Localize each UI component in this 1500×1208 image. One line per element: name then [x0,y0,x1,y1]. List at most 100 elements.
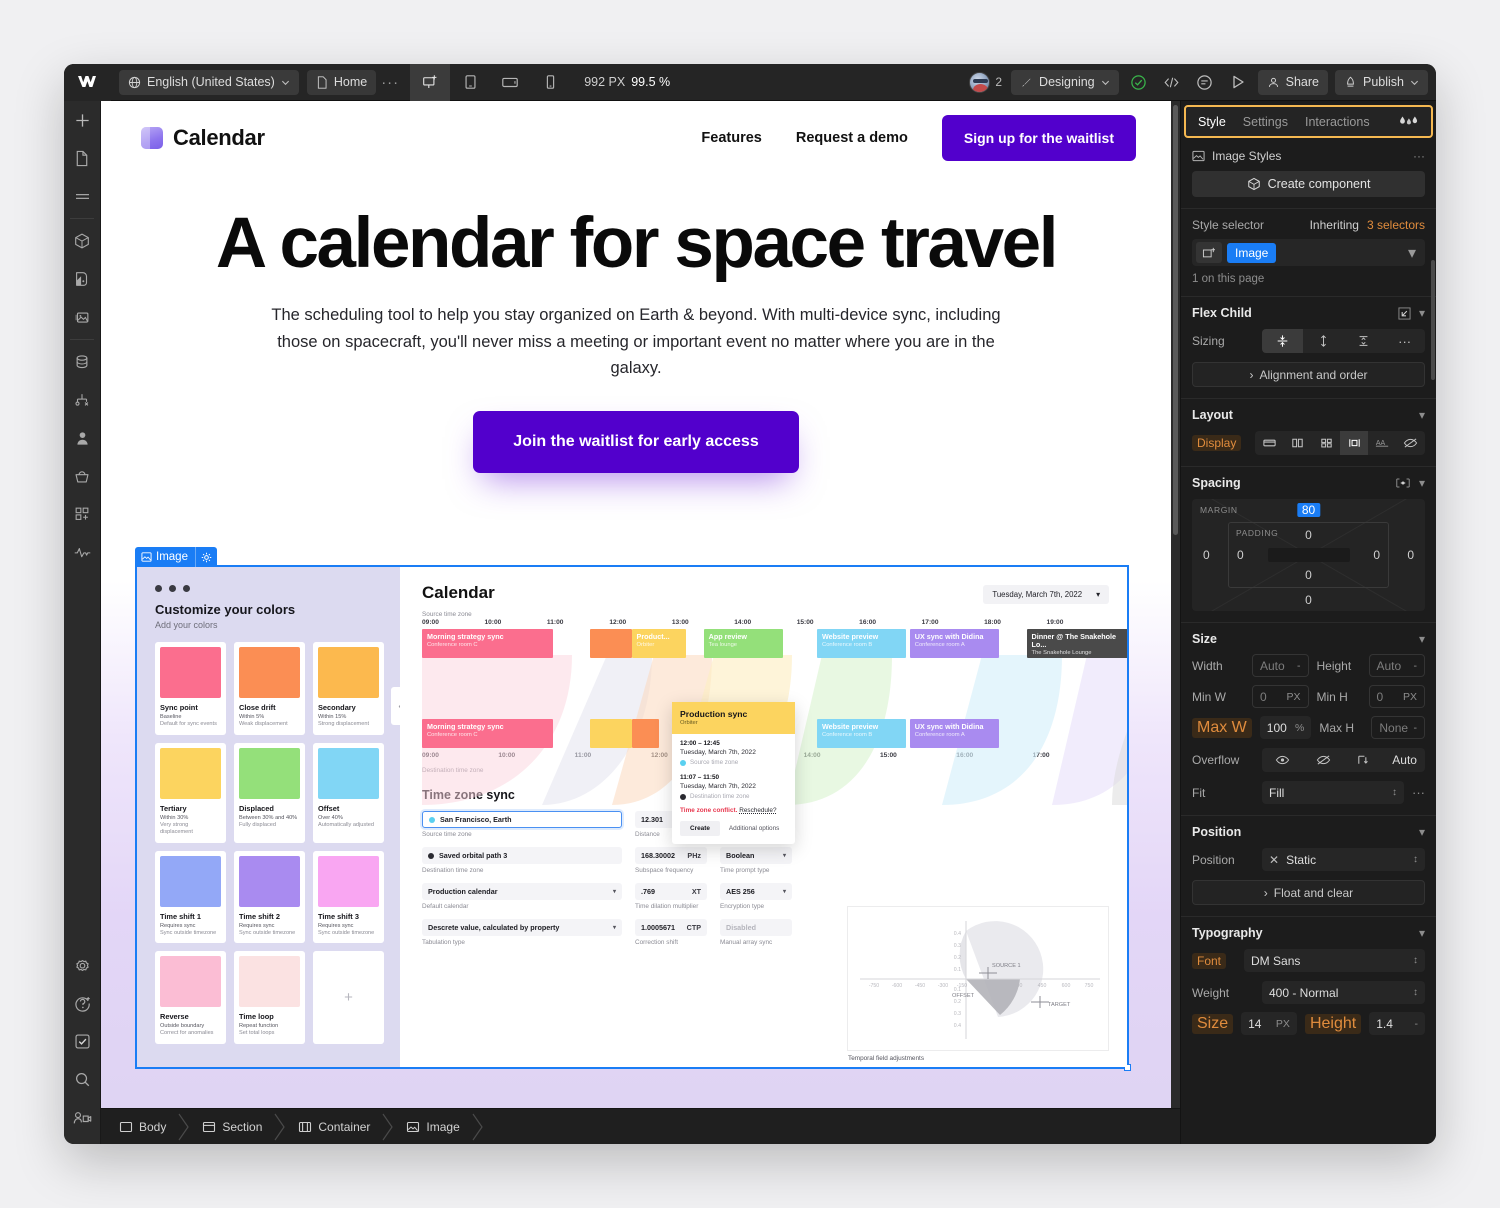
sidebar-item-users[interactable] [64,419,101,457]
inheriting-count[interactable]: 3 selectors [1367,218,1425,232]
display-grid-button[interactable] [1312,431,1340,455]
swatch-card[interactable]: Secondary Within 15% Strong displacement [313,642,384,735]
code-export-button[interactable] [1159,69,1185,95]
sidebar-item-tasks[interactable] [64,1022,101,1060]
sidebar-item-settings[interactable] [64,946,101,984]
weight-select[interactable]: 400 - Normal ↕ [1262,981,1425,1004]
swatch-card[interactable]: Displaced Between 30% and 40% Fully displa… [234,742,305,843]
padding-left-value[interactable]: 0 [1237,548,1244,562]
breadcrumb-item-container[interactable]: Container [286,1109,382,1145]
popup-create-button[interactable]: Create [680,821,720,836]
nav-link-features[interactable]: Features [701,130,761,146]
spacing-collapse-icon[interactable]: ▾ [1419,476,1425,490]
display-block-button[interactable] [1255,431,1283,455]
display-inline-button[interactable]: AA [1368,431,1396,455]
display-inline-block-button[interactable] [1340,431,1369,455]
locale-selector[interactable]: English (United States) [119,69,299,95]
overflow-hidden-button[interactable] [1303,748,1344,772]
form-field[interactable]: Boolean ▾ [720,847,792,864]
width-input[interactable]: Auto - [1252,654,1309,677]
form-field[interactable]: Descrete value, calculated by property ▾ [422,919,622,936]
calendar-event[interactable]: Morning strategy sync Conference room C [422,719,553,748]
mode-selector[interactable]: Designing [1011,69,1119,95]
image-styles-more-button[interactable]: ··· [1413,149,1425,163]
sidebar-item-logic[interactable] [64,381,101,419]
line-height-label[interactable]: Height [1304,1013,1362,1034]
max-width-input[interactable]: 100% [1259,716,1312,739]
overflow-auto-button[interactable]: Auto [1384,748,1425,772]
viewport-desktop-button[interactable] [410,64,451,101]
swatch-card[interactable]: Time shift 2 Requires sync Sync outside ti… [234,850,305,944]
publish-button[interactable]: Publish [1335,69,1428,95]
layout-collapse-icon[interactable]: ▾ [1419,408,1425,422]
overflow-scroll-button[interactable] [1344,748,1385,772]
height-input[interactable]: Auto - [1368,654,1425,677]
display-flex-button[interactable] [1284,431,1312,455]
sidebar-item-search[interactable] [64,1060,101,1098]
sizing-shrink-button[interactable] [1262,329,1303,353]
audit-status-icon[interactable] [1126,69,1152,95]
form-field[interactable]: Saved orbital path 3 [422,847,622,864]
sizing-fixed-button[interactable] [1344,329,1385,353]
margin-left-value[interactable]: 0 [1203,548,1210,562]
sizing-grow-button[interactable] [1303,329,1344,353]
sidebar-item-navigator[interactable] [64,177,101,215]
margin-right-value[interactable]: 0 [1407,548,1414,562]
swatch-card[interactable]: Tertiary Within 30% Very strong displaceme… [155,742,226,843]
calendar-date-picker[interactable]: Tuesday, March 7th, 2022 ▾ [983,585,1109,604]
margin-top-value[interactable]: 80 [1296,503,1321,517]
panel-scrollbar[interactable] [1431,260,1435,380]
hero-cta-button[interactable]: Join the waitlist for early access [473,411,799,474]
breadcrumb-item-section[interactable]: Section [190,1109,274,1145]
nav-link-request-demo[interactable]: Request a demo [796,130,908,146]
alignment-and-order-button[interactable]: › Alignment and order [1192,362,1425,387]
sidebar-item-assets[interactable] [64,298,101,336]
font-label[interactable]: Font [1192,952,1227,969]
selection-settings-icon[interactable] [194,547,217,567]
canvas-scrollbar[interactable] [1173,105,1178,1104]
spacing-link-icon[interactable] [1395,477,1411,489]
popup-additional-options-link[interactable]: Additional options [729,825,779,832]
calendar-event[interactable]: Dinner @ The Snakehole Lo... The Snakehol… [1026,629,1127,658]
calendar-event[interactable]: UX sync with Didina Conference room A [909,719,1000,748]
min-height-input[interactable]: 0 PX [1368,685,1425,708]
padding-right-value[interactable]: 0 [1373,548,1380,562]
position-select[interactable]: ✕ Static ↕ [1262,848,1425,871]
page-selector[interactable]: Home [306,69,377,95]
overflow-visible-button[interactable] [1262,748,1303,772]
tab-interactions[interactable]: Interactions [1305,115,1370,129]
max-height-input[interactable]: None - [1371,716,1425,739]
viewport-tablet-button[interactable] [450,64,490,101]
sidebar-item-audit[interactable] [64,533,101,571]
calendar-event[interactable]: UX sync with Didina Conference room A [909,629,1000,658]
share-button[interactable]: Share [1257,69,1328,95]
swatch-card[interactable]: Sync point Baseline Default for sync event… [155,642,226,735]
comments-button[interactable] [1192,69,1218,95]
calendar-event[interactable]: Website preview Conference room B [817,719,907,748]
form-field[interactable]: San Francisco, Earth [422,811,622,828]
form-field[interactable]: Production calendar ▾ [422,883,622,900]
padding-box[interactable]: PADDING 0 0 0 0 [1228,522,1389,588]
sidebar-item-components[interactable] [64,222,101,260]
padding-bottom-value[interactable]: 0 [1305,568,1312,582]
swatch-card[interactable]: Close drift Within 5% Weak displacement [234,642,305,735]
class-selector-bar[interactable]: Image ▾ [1192,239,1425,266]
font-size-label[interactable]: Size [1192,1013,1234,1034]
sizing-more-button[interactable]: ··· [1384,329,1425,353]
calendar-event[interactable]: App review Tea lounge [703,629,783,658]
breadcrumb-item-body[interactable]: Body [107,1109,178,1145]
font-size-input[interactable]: 14 PX [1241,1012,1297,1035]
more-options-button[interactable]: ··· [376,70,404,95]
font-select[interactable]: DM Sans ↕ [1244,949,1425,972]
calendar-event[interactable]: Product... Orbiter [631,629,687,658]
form-field[interactable]: AES 256 ▾ [720,883,792,900]
tab-style[interactable]: Style [1198,115,1226,129]
flex-child-collapse-icon[interactable]: ▾ [1419,306,1425,320]
size-collapse-icon[interactable]: ▾ [1419,632,1425,646]
sidebar-item-help[interactable] [64,984,101,1022]
fit-select[interactable]: Fill ↕ [1262,781,1404,804]
position-collapse-icon[interactable]: ▾ [1419,825,1425,839]
sidebar-item-cms[interactable] [64,343,101,381]
collaborators[interactable]: 2 [969,71,1002,93]
event-popup-card[interactable]: Production sync Orbiter 12:00 – 12:45 Tu… [672,702,795,844]
